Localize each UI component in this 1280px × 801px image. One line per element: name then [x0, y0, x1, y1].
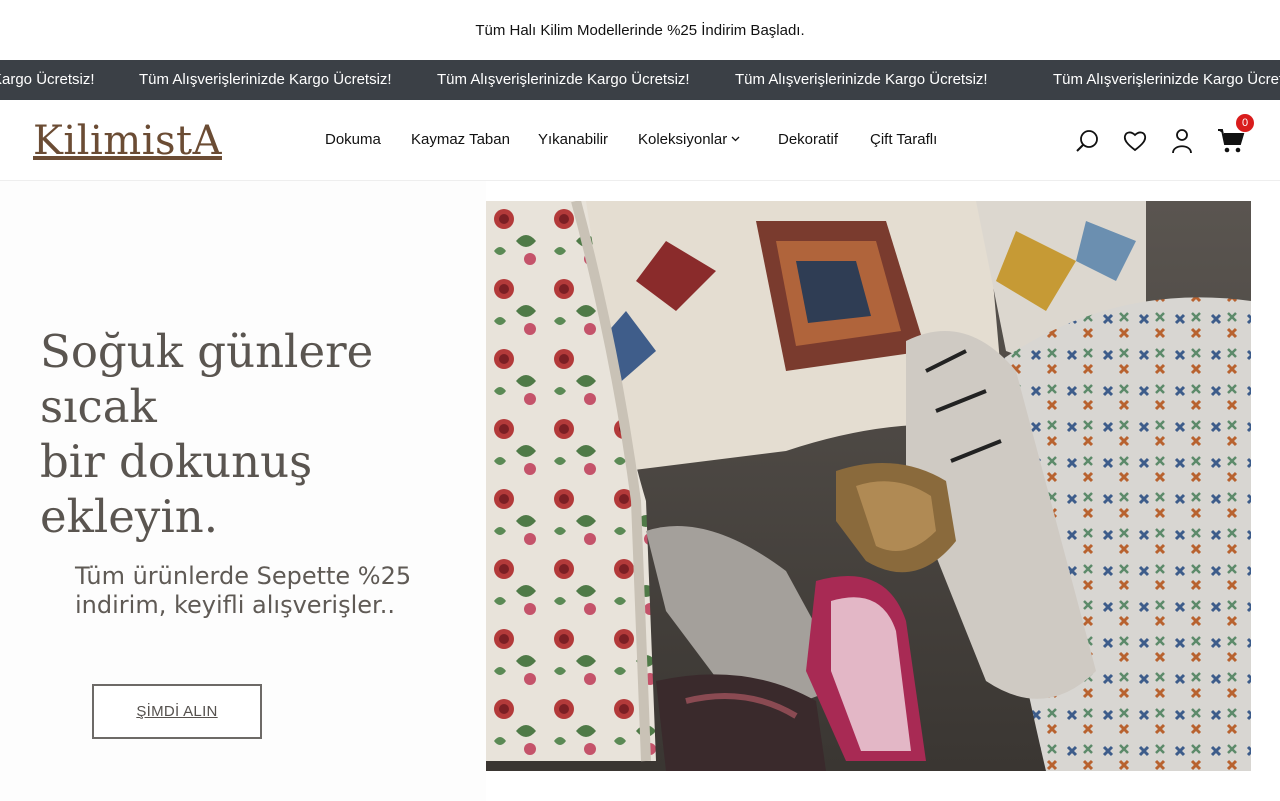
nav-item-koleksiyonlar[interactable]: Koleksiyonlar: [638, 131, 740, 148]
announcement-text: Tüm Halı Kilim Modellerinde %25 İndirim …: [475, 21, 805, 39]
cart-icon: [1218, 129, 1245, 153]
chevron-down-icon: [731, 134, 740, 145]
nav-item-cift-tarafli[interactable]: Çift Taraflı: [870, 131, 937, 148]
shop-now-button[interactable]: ŞİMDİ ALIN: [92, 684, 262, 739]
announcement-bar: Tüm Halı Kilim Modellerinde %25 İndirim …: [0, 0, 1280, 60]
marquee-item: Kargo Ücretsiz!: [0, 71, 95, 88]
marquee-item: Tüm Alışverişlerinizde Kargo Ücretsiz!: [735, 71, 988, 88]
cart-button[interactable]: 0: [1216, 114, 1254, 156]
hero-headline: Soğuk günlere sıcak bir dokunuş ekleyin.: [40, 324, 500, 544]
marquee-item: Tüm Alışverişlerinizde Kargo Ücretsiz!: [139, 71, 392, 88]
user-icon[interactable]: [1167, 126, 1197, 156]
hero-rug-image[interactable]: [486, 201, 1251, 771]
nav-item-dokuma[interactable]: Dokuma: [325, 131, 381, 148]
hero-headline-line1: Soğuk günlere sıcak: [40, 325, 374, 433]
hero-headline-line2: bir dokunuş ekleyin.: [40, 435, 313, 543]
heart-icon[interactable]: [1120, 126, 1150, 156]
hero-banner: Soğuk günlere sıcak bir dokunuş ekleyin.…: [0, 181, 1280, 801]
hero-subline: Tüm ürünlerde Sepette %25 indirim, keyif…: [75, 562, 455, 620]
shipping-marquee: Kargo Ücretsiz! Tüm Alışverişlerinizde K…: [0, 60, 1280, 100]
marquee-item: Tüm Alışverişlerinizde Kargo Ücretsiz!: [437, 71, 690, 88]
cart-count-badge: 0: [1236, 114, 1254, 132]
nav-item-yikanabilir[interactable]: Yıkanabilir: [538, 131, 608, 148]
nav-item-kaymaz-taban[interactable]: Kaymaz Taban: [411, 131, 510, 148]
hero-text-panel: Soğuk günlere sıcak bir dokunuş ekleyin.…: [0, 181, 486, 801]
nav-item-label: Koleksiyonlar: [638, 131, 728, 148]
rug-photo-illustration: [486, 201, 1251, 771]
nav-item-dekoratif[interactable]: Dekoratif: [778, 131, 838, 148]
marquee-item: Tüm Alışverişlerinizde Kargo Ücretsiz!: [1053, 71, 1280, 88]
hero-subline-line2: indirim, keyifli alışverişler..: [75, 591, 395, 619]
site-header: KilimistA Dokuma Kaymaz Taban Yıkanabili…: [0, 100, 1280, 181]
search-icon[interactable]: [1072, 126, 1102, 156]
hero-subline-line1: Tüm ürünlerde Sepette %25: [75, 562, 412, 590]
